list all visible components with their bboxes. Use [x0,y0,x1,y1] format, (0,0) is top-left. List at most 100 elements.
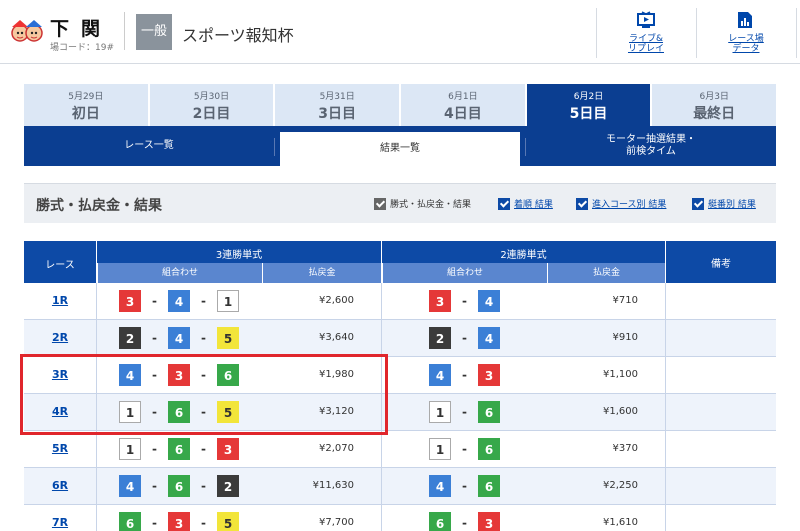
boat-number: 3 [478,364,500,386]
boat-number: 1 [119,438,141,460]
race-link[interactable]: 5R [24,442,96,455]
race-link[interactable]: 2R [24,331,96,344]
combo-separator: - [201,294,206,308]
combo-separator: - [152,442,157,456]
boat-number: 6 [478,401,500,423]
boat-number: 4 [168,290,190,312]
day-tabs: 5月29日 初日 5月30日 2日目 5月31日 3日目 6月1日 4日目 6月2日 5日… [24,84,777,126]
day-tab-4[interactable]: 6月1日 4日目 [401,84,527,126]
combo-separator: - [201,516,206,530]
exacta-payout: ¥370 [612,443,638,454]
checkbox-icon [498,197,510,210]
boat-number: 5 [217,327,239,349]
day-tab-6[interactable]: 6月3日 最終日 [652,84,777,126]
exa-combination: 1-6 [429,438,500,460]
venue-data-button[interactable]: レース場 データ [696,8,796,58]
boat-number: 3 [119,290,141,312]
tv-icon [637,11,655,28]
filter-boat-number[interactable]: 艇番別 結果 [692,197,756,210]
boat-number: 6 [119,512,141,531]
trifecta-payout: ¥2,600 [319,295,354,306]
exa-combination: 1-6 [429,401,500,423]
trifecta-payout: ¥3,640 [319,332,354,343]
day-tab-3[interactable]: 5月31日 3日目 [275,84,402,126]
day-tab-2[interactable]: 5月30日 2日目 [149,84,276,126]
column-divider [665,357,666,394]
tab-results[interactable]: 結果一覧 [280,132,520,166]
header-divider [124,12,125,50]
column-divider [665,283,666,320]
tri-combination: 4-6-2 [119,475,239,497]
boat-number: 4 [429,475,451,497]
boat-number: 2 [119,327,141,349]
checkbox-icon [374,197,386,210]
page-header: 下関 場コード：19# 一般 スポーツ報知杯 ライブ& リプレイ レース場 データ [0,0,800,64]
column-header-tri-combo: 組合わせ [98,263,262,283]
boat-number: 1 [429,401,451,423]
combo-separator: - [462,516,467,530]
column-header-tri-payout: 払戻金 [263,263,381,283]
exa-combination: 4-3 [429,364,500,386]
column-divider [665,320,666,357]
race-title: スポーツ報知杯 [182,26,294,45]
boat-number: 4 [478,290,500,312]
boat-number: 2 [429,327,451,349]
column-divider [665,468,666,505]
tab-motor-draw[interactable]: モーター抽選結果・ 前検タイム [526,126,776,166]
highlight-box [20,354,388,435]
exa-combination: 2-4 [429,327,500,349]
race-link[interactable]: 7R [24,516,96,529]
exa-combination: 3-4 [429,290,500,312]
day-tab-1[interactable]: 5月29日 初日 [24,84,150,126]
filter-finish-order[interactable]: 着順 結果 [498,197,553,210]
combo-separator: - [462,331,467,345]
column-divider [381,468,382,505]
trifecta-payout: ¥11,630 [312,480,354,491]
mascot-logo-icon [11,20,43,42]
column-divider [381,320,382,357]
boat-number: 3 [429,290,451,312]
race-link[interactable]: 1R [24,294,96,307]
filter-entry-course[interactable]: 進入コース別 結果 [576,197,666,210]
tab-divider [274,138,275,156]
table-row: 5R 1-6-3 1-6 ¥2,070 ¥370 [24,431,776,468]
boat-number: 4 [478,327,500,349]
day-tab-5[interactable]: 6月2日 5日目 [526,84,653,126]
exacta-payout: ¥1,610 [603,517,638,528]
grade-badge: 一般 [136,14,172,50]
boat-number: 6 [168,475,190,497]
live-replay-button[interactable]: ライブ& リプレイ [596,8,696,58]
table-row: 2R 2-4-5 2-4 ¥3,640 ¥910 [24,320,776,357]
column-header-exa-payout: 払戻金 [548,263,665,283]
table-row: 1R 3-4-1 3-4 ¥2,600 ¥710 [24,283,776,320]
column-header-notes: 備考 [666,241,776,283]
venue-code: 場コード：19# [50,43,114,53]
column-divider [96,431,97,468]
sub-tabs: レース一覧 結果一覧 モーター抽選結果・ 前検タイム [24,126,776,166]
tri-combination: 1-6-3 [119,438,239,460]
column-divider [665,431,666,468]
exacta-payout: ¥2,250 [603,480,638,491]
tri-combination: 3-4-1 [119,290,239,312]
exacta-payout: ¥710 [612,295,638,306]
filter-payout[interactable]: 勝式・払戻金・結果 [374,197,471,210]
combo-separator: - [152,479,157,493]
boat-number: 3 [478,512,500,531]
table-row: 7R 6-3-5 6-3 ¥7,700 ¥1,610 [24,505,776,531]
combo-separator: - [201,442,206,456]
combo-separator: - [201,479,206,493]
tri-combination: 6-3-5 [119,512,239,531]
column-header-exa-combo: 組合わせ [383,263,547,283]
column-divider [96,468,97,505]
header-button-divider [796,8,797,58]
column-divider [665,505,666,531]
column-header-race: レース [24,241,96,283]
race-link[interactable]: 6R [24,479,96,492]
table-row: 6R 4-6-2 4 -6 ¥11,630 ¥2,250 [24,468,776,505]
venue-data-label: レース場 データ [728,34,764,54]
combo-separator: - [462,442,467,456]
exacta-payout: ¥910 [612,332,638,343]
tab-race-list[interactable]: レース一覧 [24,126,274,166]
exa-combination: 6-3 [429,512,500,531]
boat-number: 2 [217,475,239,497]
